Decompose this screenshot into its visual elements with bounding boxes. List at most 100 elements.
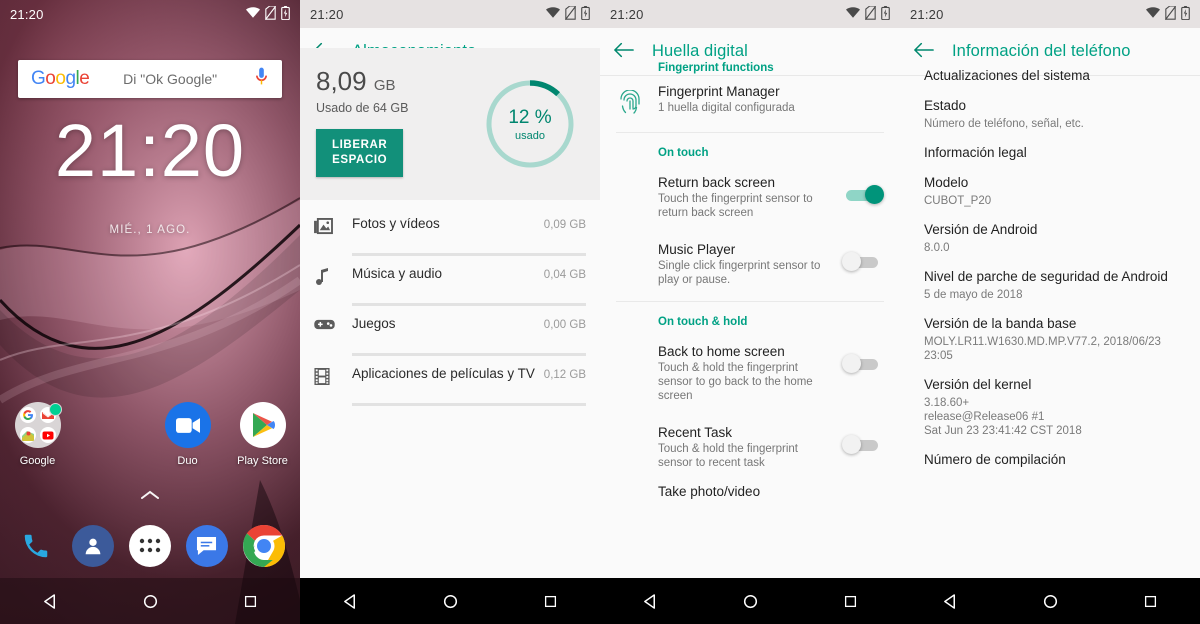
section-header-on-touch: On touch xyxy=(658,147,709,159)
about-row-model[interactable]: Modelo CUBOT_P20 xyxy=(900,161,1200,208)
home-circle-icon[interactable] xyxy=(143,594,158,609)
about-row-subtitle: 5 de mayo de 2018 xyxy=(924,289,1023,301)
storage-row[interactable]: Música y audio 0,04 GB xyxy=(300,256,600,306)
about-screen: 21:20 Información del teléfono Actualiza… xyxy=(900,0,1200,624)
status-bar-icons xyxy=(1146,4,1190,23)
free-space-button[interactable]: LIBERAR ESPACIO xyxy=(316,129,404,177)
duo-icon[interactable] xyxy=(164,402,211,448)
setting-row-recent-task[interactable]: Recent Task Touch & hold the fingerprint… xyxy=(600,415,900,482)
toggle-return-back-screen[interactable] xyxy=(842,185,884,205)
about-row-status[interactable]: Estado Número de teléfono, señal, etc. xyxy=(900,84,1200,131)
about-row-title: Modelo xyxy=(924,175,969,190)
about-row-build-number[interactable]: Número de compilación xyxy=(900,438,1200,468)
about-row-title: Nivel de parche de seguridad de Android xyxy=(924,269,1168,284)
app-label: Play Store xyxy=(237,455,288,467)
home-clock: 21:20 xyxy=(54,109,246,192)
games-icon xyxy=(314,316,340,336)
toggle-recent-task[interactable] xyxy=(842,435,884,455)
about-row-baseband-version[interactable]: Versión de la banda base MOLY.LR11.W1630… xyxy=(900,302,1200,363)
setting-row-take-photo-video[interactable]: Take photo/video xyxy=(600,482,900,511)
recents-square-icon[interactable] xyxy=(844,595,857,608)
about-row-subtitle: MOLY.LR11.W1630.MD.MP.V77.2, 2018/06/23 … xyxy=(924,336,1161,362)
battery-charging-icon xyxy=(1181,5,1190,23)
recents-square-icon[interactable] xyxy=(544,595,557,608)
setting-subtitle: Touch the fingerprint sensor to return b… xyxy=(658,193,813,219)
storage-row-body: Juegos 0,00 GB xyxy=(352,316,586,356)
notification-badge xyxy=(48,403,62,416)
about-row-legal-info[interactable]: Información legal xyxy=(900,131,1200,161)
app-drawer-icon[interactable] xyxy=(128,525,171,567)
storage-row-bar xyxy=(352,303,586,306)
google-search-bar[interactable]: Google Di "Ok Google" xyxy=(18,60,282,98)
wifi-icon xyxy=(1146,7,1160,21)
mini-maps-icon xyxy=(19,427,36,443)
setting-title: Back to home screen xyxy=(658,344,785,359)
back-triangle-icon[interactable] xyxy=(43,593,58,609)
home-circle-icon[interactable] xyxy=(743,594,758,609)
storage-row[interactable]: Aplicaciones de películas y TV 0,12 GB xyxy=(300,356,600,406)
about-row-security-patch[interactable]: Nivel de parche de seguridad de Android … xyxy=(900,255,1200,302)
app-google-folder[interactable]: Google xyxy=(0,402,75,467)
storage-category-name: Aplicaciones de películas y TV xyxy=(352,366,535,381)
fingerprint-content[interactable]: Fingerprint functions Fingerprint Manage… xyxy=(600,48,900,578)
storage-row-bar xyxy=(352,403,586,406)
storage-category-size: 0,12 GB xyxy=(543,369,586,381)
storage-used-value: 8,09 xyxy=(316,66,367,96)
home-circle-icon[interactable] xyxy=(1043,594,1058,609)
app-duo[interactable]: Duo xyxy=(150,402,225,467)
about-row-kernel-version[interactable]: Versión del kernel 3.18.60+ release@Rele… xyxy=(900,363,1200,438)
storage-row[interactable]: Juegos 0,00 GB xyxy=(300,306,600,356)
wallpaper: 21:20 Google Di "Ok Google" 21:20 MIÉ., … xyxy=(0,0,300,624)
chrome-icon[interactable] xyxy=(242,524,285,567)
storage-row-bar xyxy=(352,353,586,356)
fingerprint-manager-row[interactable]: Fingerprint Manager 1 huella digital con… xyxy=(600,80,900,130)
fingerprint-manager-text: Fingerprint Manager 1 huella digital con… xyxy=(658,84,884,115)
navigation-bar xyxy=(0,578,300,624)
chevron-up-icon[interactable] xyxy=(0,487,300,504)
status-bar-icons xyxy=(546,4,590,23)
about-row-android-version[interactable]: Versión de Android 8.0.0 xyxy=(900,208,1200,255)
back-triangle-icon[interactable] xyxy=(343,593,358,609)
panel-about-phone: 21:20 Información del teléfono Actualiza… xyxy=(900,0,1200,624)
storage-row-body: Música y audio 0,04 GB xyxy=(352,266,586,306)
contacts-icon[interactable] xyxy=(72,525,115,567)
toggle-music-player[interactable] xyxy=(842,252,884,272)
messages-icon[interactable] xyxy=(185,525,228,567)
about-row-system-updates[interactable]: Actualizaciones del sistema xyxy=(900,54,1200,84)
back-triangle-icon[interactable] xyxy=(643,593,658,609)
storage-category-name: Juegos xyxy=(352,316,396,331)
fingerprint-manager-subtitle: 1 huella digital configurada xyxy=(658,102,795,114)
storage-row-head: Aplicaciones de películas y TV 0,12 GB xyxy=(352,366,586,381)
app-play-store[interactable]: Play Store xyxy=(225,402,300,467)
setting-row-music-player[interactable]: Music Player Single click fingerprint se… xyxy=(600,232,900,299)
about-row-subtitle: 8.0.0 xyxy=(924,242,950,254)
microphone-icon[interactable] xyxy=(255,67,268,91)
recents-square-icon[interactable] xyxy=(244,595,257,608)
home-circle-icon[interactable] xyxy=(443,594,458,609)
about-content[interactable]: Actualizaciones del sistema Estado Númer… xyxy=(900,48,1200,578)
phone-icon[interactable] xyxy=(15,525,57,567)
setting-row-return-back-screen[interactable]: Return back screen Touch the fingerprint… xyxy=(600,165,900,232)
setting-row-back-to-home-screen[interactable]: Back to home screen Touch & hold the fin… xyxy=(600,334,900,415)
app-empty-slot xyxy=(75,402,150,467)
mini-google-icon xyxy=(19,407,36,423)
app-label: Google xyxy=(19,455,56,467)
status-bar: 21:20 xyxy=(300,0,600,28)
about-row-subtitle: CUBOT_P20 xyxy=(924,195,992,207)
toggle-knob xyxy=(842,435,861,454)
recents-square-icon[interactable] xyxy=(1144,595,1157,608)
play-store-icon[interactable] xyxy=(239,402,286,448)
no-sim-icon xyxy=(1165,4,1176,23)
storage-row[interactable]: Fotos y vídeos 0,09 GB xyxy=(300,206,600,256)
status-bar: 21:20 xyxy=(900,0,1200,28)
toggle-knob xyxy=(865,185,884,204)
toggle-back-to-home-screen[interactable] xyxy=(842,354,884,374)
back-triangle-icon[interactable] xyxy=(943,593,958,609)
status-bar: 21:20 xyxy=(600,0,900,28)
google-folder-icon[interactable] xyxy=(14,402,62,448)
storage-content[interactable]: 8,09 GB Usado de 64 GB LIBERAR ESPACIO 1… xyxy=(300,48,600,578)
storage-row-head: Juegos 0,00 GB xyxy=(352,316,586,331)
storage-row-bar xyxy=(352,253,586,256)
status-bar-icons xyxy=(846,4,890,23)
navigation-bar xyxy=(300,578,600,624)
